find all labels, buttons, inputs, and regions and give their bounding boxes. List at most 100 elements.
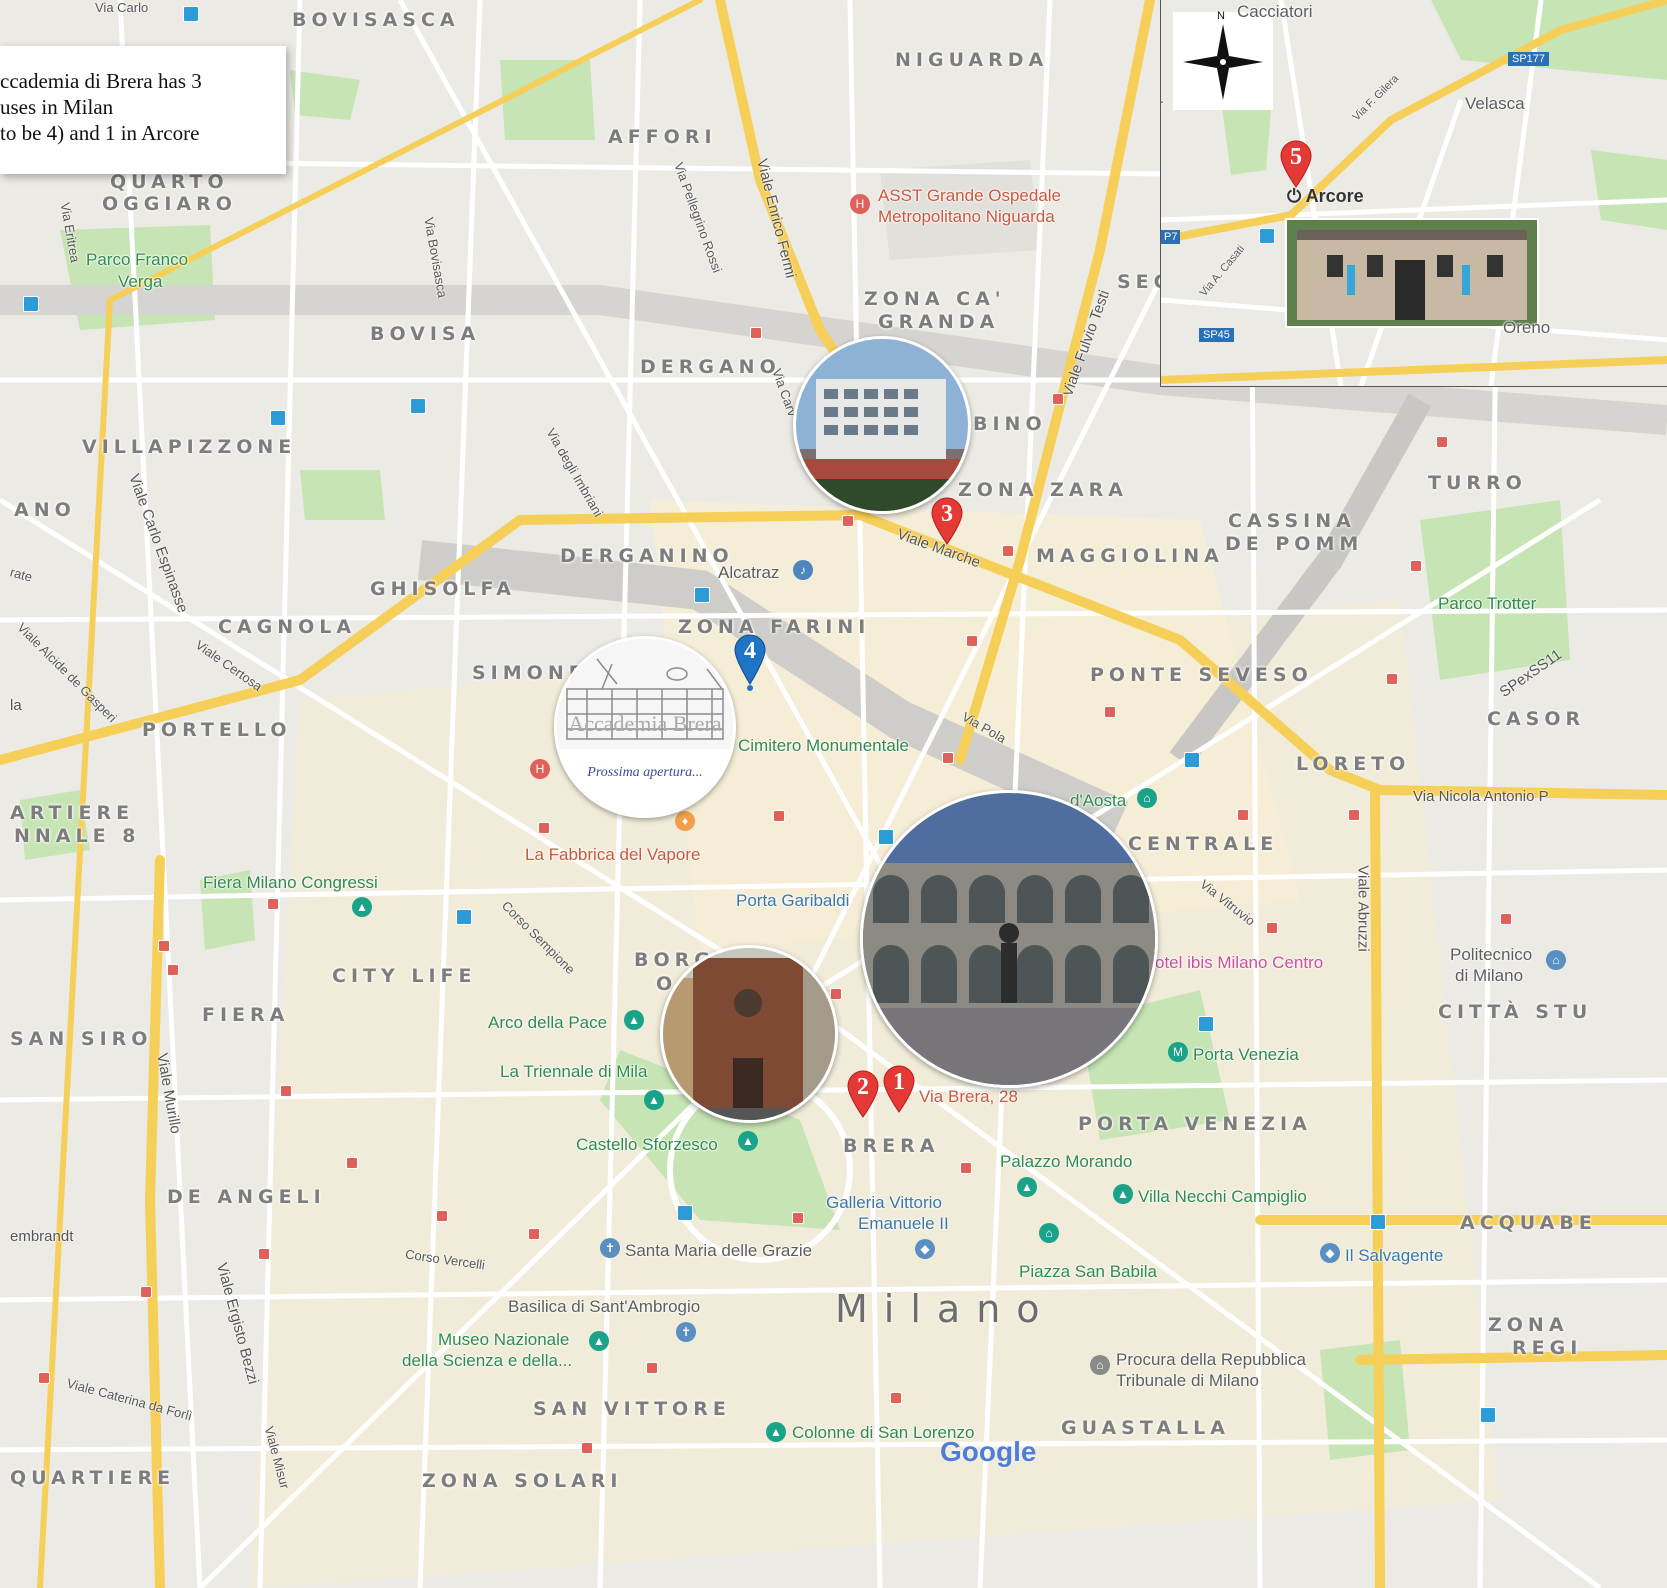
district-label: DERGANINO [560,545,734,567]
metro-icon[interactable] [1266,922,1278,934]
metro-icon[interactable] [158,940,170,952]
museum-icon[interactable]: ▲ [1017,1177,1037,1197]
photo-prossima-apertura[interactable]: Accademia Brera Prossima apertura... [554,636,736,818]
hospital-icon[interactable]: H [850,194,870,214]
museum-icon[interactable]: ▲ [1113,1184,1133,1204]
district-label: MAGGIOLINA [1036,545,1224,567]
poi-label: Metropolitano Niguarda [878,207,1055,226]
photo-palazzo-brera[interactable] [860,790,1158,1088]
church-icon[interactable]: ✝ [676,1322,696,1342]
metro-icon[interactable] [346,1157,358,1169]
marker-1[interactable]: 1 [882,1065,916,1113]
metro-icon[interactable] [890,1392,902,1404]
train-icon[interactable] [183,6,199,22]
inset-map-arcore[interactable]: N Cacciatori SP177 Velasca T Via F. Gile… [1160,0,1667,387]
transit-icon[interactable]: ⌂ [1039,1223,1059,1243]
metro-icon[interactable] [1052,393,1064,405]
metro-icon[interactable] [140,1286,152,1298]
metro-icon[interactable] [942,752,954,764]
road-shield: P7 [1161,230,1181,244]
poi-label: Alcatraz [718,563,780,582]
marker-4[interactable]: 4 [733,634,767,691]
metro-icon[interactable] [830,988,842,1000]
train-icon[interactable] [456,909,472,925]
train-icon[interactable] [1480,1407,1496,1423]
metro-icon[interactable] [258,1248,270,1260]
train-icon[interactable] [878,829,894,845]
store-icon[interactable]: ◆ [1320,1243,1340,1263]
metro-icon[interactable]: M [1168,1042,1188,1062]
metro-icon[interactable] [436,1210,448,1222]
district-label: GRANDA [878,311,1000,333]
poi-label: Politecnico [1450,945,1533,964]
district-label: BINO [973,413,1047,435]
hospital-icon[interactable]: H [530,759,550,779]
metro-icon[interactable] [966,635,978,647]
train-icon[interactable] [1370,1214,1386,1230]
metro-icon[interactable] [280,1085,292,1097]
event-venue-icon[interactable]: ♦ [675,811,695,831]
metro-icon[interactable] [538,822,550,834]
train-icon[interactable] [1198,1016,1214,1032]
train-icon[interactable] [1259,228,1275,244]
transit-icon[interactable]: ⌂ [1137,788,1157,808]
metro-icon[interactable] [960,1162,972,1174]
district-label: ZONA SOLARI [422,1470,623,1492]
monument-icon[interactable]: ▲ [624,1010,644,1030]
church-icon[interactable]: ✝ [600,1238,620,1258]
train-icon[interactable] [410,398,426,414]
train-icon[interactable] [23,296,39,312]
metro-icon[interactable] [646,1362,658,1374]
marker-label: 3 [941,501,953,527]
metro-icon[interactable] [581,1442,593,1454]
metro-icon[interactable] [1436,436,1448,448]
government-icon[interactable]: ⌂ [1090,1355,1110,1375]
train-icon[interactable] [270,410,286,426]
prossima-caption: Prossima apertura... [587,765,703,780]
marker-3[interactable]: 3 [930,497,964,545]
metro-icon[interactable] [528,1228,540,1240]
district-label: BOVISASCA [292,9,460,31]
marker-2[interactable]: 2 [846,1070,880,1118]
shopping-icon[interactable]: ◆ [915,1239,935,1259]
metro-icon[interactable] [38,1372,50,1384]
metro-icon[interactable] [750,327,762,339]
convention-icon[interactable]: ▲ [352,897,372,917]
monument-icon[interactable]: ▲ [766,1422,786,1442]
metro-icon[interactable] [1500,913,1512,925]
district-label: DE ANGELI [167,1186,326,1208]
map-view[interactable]: BOVISASCA NIGUARDA AFFORI QUARTO OGGIARO… [0,0,1667,1588]
museum-icon[interactable]: ▲ [644,1090,664,1110]
metro-icon[interactable] [1348,809,1360,821]
district-label: SAN SIRO [10,1028,153,1050]
marker-5[interactable]: 5 [1279,140,1313,188]
poi-label: Verga [118,272,163,291]
metro-icon[interactable] [267,898,279,910]
poi-label: Palazzo Morando [1000,1152,1133,1171]
metro-icon[interactable] [792,1212,804,1224]
marker-label: 1 [893,1069,905,1095]
metro-icon[interactable] [1410,560,1422,572]
photo-villa-arcore[interactable] [1285,218,1539,328]
photo-san-carpoforo[interactable] [660,945,838,1123]
metro-icon[interactable] [842,515,854,527]
metro-icon[interactable] [1386,673,1398,685]
district-label: ARTIERE [10,802,135,824]
metro-icon[interactable] [773,810,785,822]
metro-icon[interactable] [1104,706,1116,718]
metro-icon[interactable] [167,964,179,976]
music-venue-icon[interactable]: ♪ [793,560,813,580]
district-label: LORETO [1296,753,1411,775]
poi-label: Basilica di Sant'Ambrogio [508,1297,701,1316]
train-icon[interactable] [677,1205,693,1221]
metro-icon[interactable] [1002,545,1014,557]
district-label: NIGUARDA [895,49,1049,71]
photo-bovisa-campus[interactable] [793,336,971,514]
university-icon[interactable]: ⌂ [1546,950,1566,970]
museum-icon[interactable]: ▲ [589,1331,609,1351]
train-icon[interactable] [694,587,710,603]
castle-icon[interactable]: ▲ [738,1131,758,1151]
metro-icon[interactable] [1237,809,1249,821]
train-icon[interactable] [1184,752,1200,768]
district-label: TURRO [1428,472,1527,494]
